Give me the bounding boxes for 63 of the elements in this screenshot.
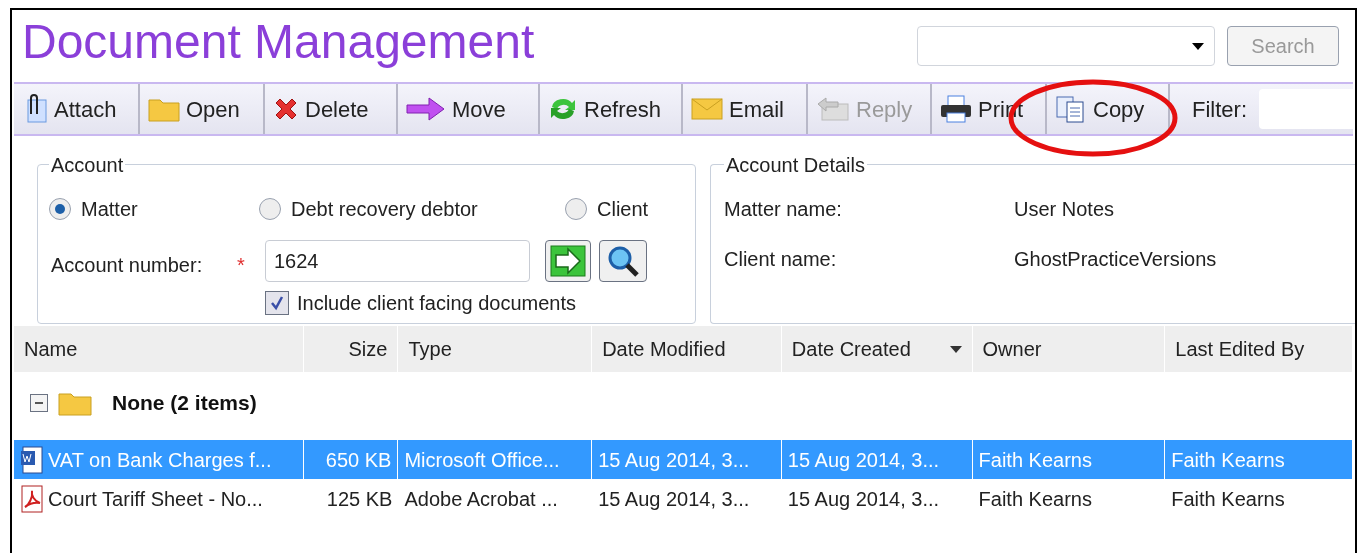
account-number-field[interactable]: 1624: [265, 240, 530, 282]
document-icon: [20, 445, 44, 474]
radio-button[interactable]: [49, 198, 71, 220]
search-account-button[interactable]: [599, 240, 647, 282]
radio-label: Debt recovery debtor: [291, 197, 478, 222]
table-cell-text: Faith Kearns: [978, 447, 1092, 473]
detail-label: Matter name:: [724, 197, 843, 222]
toolbar-button[interactable]: Email: [683, 84, 808, 134]
toolbar-button[interactable]: Attach: [14, 84, 140, 134]
table-cell-text: 650 KB: [325, 447, 392, 473]
table-cell-text: 125 KB: [326, 486, 393, 512]
filter-label: Filter:: [1192, 95, 1247, 124]
filter-field[interactable]: [1259, 89, 1353, 129]
detail-value: User Notes: [1014, 197, 1115, 222]
column-header[interactable]: Date Created: [781, 326, 973, 372]
table-cell-text: Faith Kearns: [978, 486, 1092, 512]
table-cell-text: Faith Kearns: [1171, 486, 1285, 512]
search-icon: [607, 245, 639, 277]
table-cell-text: Faith Kearns: [1171, 447, 1285, 473]
toolbar-button[interactable]: Delete: [265, 84, 398, 134]
detail-label: Client name:: [724, 247, 838, 272]
delete-icon: [273, 96, 299, 122]
table-cell-text: 15 Aug 2014, 3...: [598, 486, 750, 512]
column-header[interactable]: Name: [14, 326, 304, 372]
required-mark: *: [237, 253, 245, 278]
pdf-icon: [20, 484, 44, 513]
dropdown-caret-icon: [1192, 42, 1204, 50]
window-title: Document Management: [22, 14, 535, 70]
folder-icon: [148, 96, 180, 122]
arrow-icon: [406, 96, 446, 122]
toolbar-button[interactable]: Open: [140, 84, 265, 134]
collapse-toggle[interactable]: [30, 394, 48, 412]
table-cell-text: Adobe Acrobat ...: [404, 486, 558, 512]
column-header[interactable]: Owner: [972, 326, 1166, 372]
radio-button[interactable]: [259, 198, 281, 220]
checkbox-label: Include client facing documents: [297, 291, 577, 316]
table-cell-text: VAT on Bank Charges f...: [48, 447, 272, 473]
copy-icon: [1055, 95, 1087, 123]
table-cell-text: 15 Aug 2014, 3...: [598, 447, 750, 473]
table-cell-text: 15 Aug 2014, 3...: [787, 447, 940, 473]
table-cell-text: Court Tariff Sheet - No...: [48, 486, 263, 512]
radio-button[interactable]: [565, 198, 587, 220]
toolbar-button[interactable]: Refresh: [540, 84, 683, 134]
column-header[interactable]: Size: [303, 326, 399, 372]
envelope-icon: [691, 97, 723, 121]
printer-icon: [940, 95, 972, 123]
account-number-label: Account number:: [51, 253, 203, 278]
column-header[interactable]: Type: [398, 326, 593, 372]
reply-icon: [816, 96, 850, 122]
toolbar-button[interactable]: Move: [398, 84, 540, 134]
group-label: None (2 items): [112, 390, 257, 417]
detail-value: GhostPracticeVersions: [1014, 247, 1217, 272]
table-cell-text: Microsoft Office...: [404, 447, 560, 473]
table-cell-text: 15 Aug 2014, 3...: [787, 486, 940, 512]
column-header[interactable]: Last Edited By: [1165, 326, 1353, 372]
go-button[interactable]: [545, 240, 591, 282]
column-header[interactable]: Date Modified: [592, 326, 782, 372]
radio-label: Client: [597, 197, 649, 222]
radio-label: Matter: [81, 197, 138, 222]
include-checkbox[interactable]: [265, 291, 289, 315]
folder-icon: [58, 390, 92, 416]
sort-caret-icon: [949, 345, 962, 353]
check-icon: [269, 295, 285, 311]
